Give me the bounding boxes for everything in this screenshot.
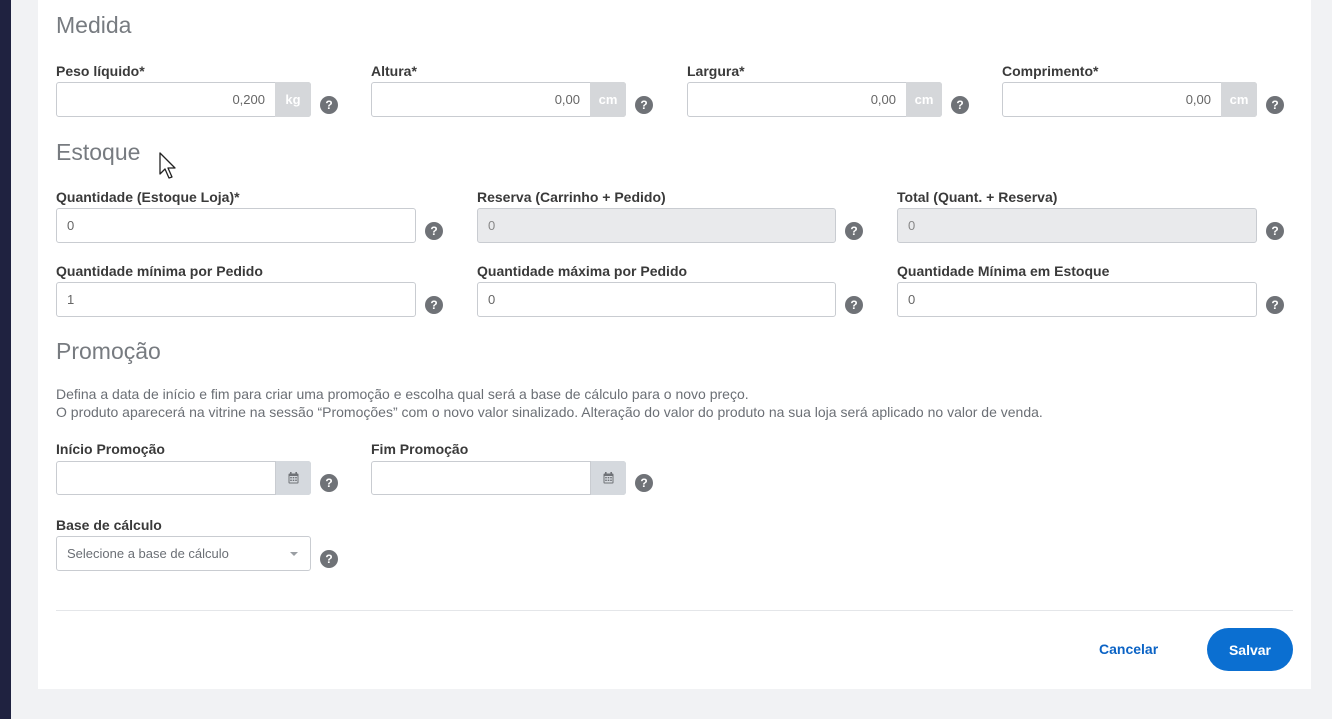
quantidade-minima-estoque-input[interactable]: 0 xyxy=(897,282,1257,317)
quantidade-minima-pedido-input[interactable]: 1 xyxy=(56,282,416,317)
calendar-icon xyxy=(288,472,299,484)
peso-unit: kg xyxy=(275,82,311,117)
quantidade-maxima-pedido-value: 0 xyxy=(488,292,496,307)
quantidade-minima-pedido-value: 1 xyxy=(67,292,75,307)
fim-promocao-label: Fim Promoção xyxy=(371,441,469,457)
peso-value: 0,200 xyxy=(232,92,265,107)
largura-unit: cm xyxy=(906,82,942,117)
reserva-input: 0 xyxy=(477,208,836,243)
mouse-cursor-icon xyxy=(159,152,176,179)
calendar-icon xyxy=(603,472,614,484)
inicio-promocao-label: Início Promoção xyxy=(56,441,165,457)
base-calculo-label: Base de cálculo xyxy=(56,517,162,533)
help-icon[interactable]: ? xyxy=(425,222,443,240)
base-calculo-select[interactable]: Selecione a base de cálculo xyxy=(56,536,311,571)
help-icon[interactable]: ? xyxy=(320,474,338,492)
comprimento-unit: cm xyxy=(1221,82,1257,117)
fim-promocao-input[interactable] xyxy=(371,461,626,495)
quantidade-maxima-pedido-label: Quantidade máxima por Pedido xyxy=(477,263,688,279)
help-icon[interactable]: ? xyxy=(635,96,653,114)
inicio-promocao-input[interactable] xyxy=(56,461,311,495)
comprimento-input[interactable]: 0,00 cm xyxy=(1002,82,1257,117)
help-icon[interactable]: ? xyxy=(1266,222,1284,240)
promocao-description-line-1: Defina a data de início e fim para criar… xyxy=(56,386,749,402)
altura-input[interactable]: 0,00 cm xyxy=(371,82,626,117)
section-title-medida: Medida xyxy=(56,12,132,38)
total-label: Total (Quant. + Reserva) xyxy=(897,189,1058,205)
reserva-label: Reserva (Carrinho + Pedido) xyxy=(477,189,666,205)
form-panel: Medida Peso líquido* 0,200 kg ? Altura* … xyxy=(38,0,1311,689)
peso-input[interactable]: 0,200 kg xyxy=(56,82,311,117)
total-input: 0 xyxy=(897,208,1257,243)
base-calculo-placeholder: Selecione a base de cálculo xyxy=(67,546,229,561)
section-title-estoque: Estoque xyxy=(56,139,141,165)
help-icon[interactable]: ? xyxy=(1266,96,1284,114)
help-icon[interactable]: ? xyxy=(320,550,338,568)
help-icon[interactable]: ? xyxy=(635,474,653,492)
chevron-down-icon xyxy=(290,551,298,556)
cancel-button[interactable]: Cancelar xyxy=(1093,640,1164,658)
quantidade-maxima-pedido-input[interactable]: 0 xyxy=(477,282,836,317)
form-divider xyxy=(56,610,1293,611)
section-title-promocao: Promoção xyxy=(56,338,161,364)
altura-unit: cm xyxy=(590,82,626,117)
largura-input[interactable]: 0,00 cm xyxy=(687,82,942,117)
help-icon[interactable]: ? xyxy=(845,296,863,314)
sidebar-strip xyxy=(0,0,11,719)
help-icon[interactable]: ? xyxy=(1266,296,1284,314)
help-icon[interactable]: ? xyxy=(951,96,969,114)
peso-label: Peso líquido* xyxy=(56,63,145,79)
inicio-promocao-calendar-button[interactable] xyxy=(275,461,311,495)
save-button[interactable]: Salvar xyxy=(1207,628,1293,671)
altura-label: Altura* xyxy=(371,63,417,79)
quantidade-minima-estoque-value: 0 xyxy=(908,292,916,307)
quantidade-minima-estoque-label: Quantidade Mínima em Estoque xyxy=(897,263,1110,279)
promocao-description-line-2: O produto aparecerá na vitrine na sessão… xyxy=(56,404,1043,420)
help-icon[interactable]: ? xyxy=(845,222,863,240)
quantidade-input[interactable]: 0 xyxy=(56,208,416,243)
comprimento-label: Comprimento* xyxy=(1002,63,1099,79)
comprimento-value: 0,00 xyxy=(1185,92,1211,107)
help-icon[interactable]: ? xyxy=(425,296,443,314)
reserva-value: 0 xyxy=(488,218,496,233)
promocao-description: Defina a data de início e fim para criar… xyxy=(56,385,1286,421)
largura-label: Largura* xyxy=(687,63,745,79)
quantidade-minima-pedido-label: Quantidade mínima por Pedido xyxy=(56,263,263,279)
total-value: 0 xyxy=(908,218,916,233)
help-icon[interactable]: ? xyxy=(320,96,338,114)
fim-promocao-calendar-button[interactable] xyxy=(590,461,626,495)
largura-value: 0,00 xyxy=(870,92,896,107)
quantidade-value: 0 xyxy=(67,218,75,233)
quantidade-label: Quantidade (Estoque Loja)* xyxy=(56,189,240,205)
altura-value: 0,00 xyxy=(554,92,580,107)
